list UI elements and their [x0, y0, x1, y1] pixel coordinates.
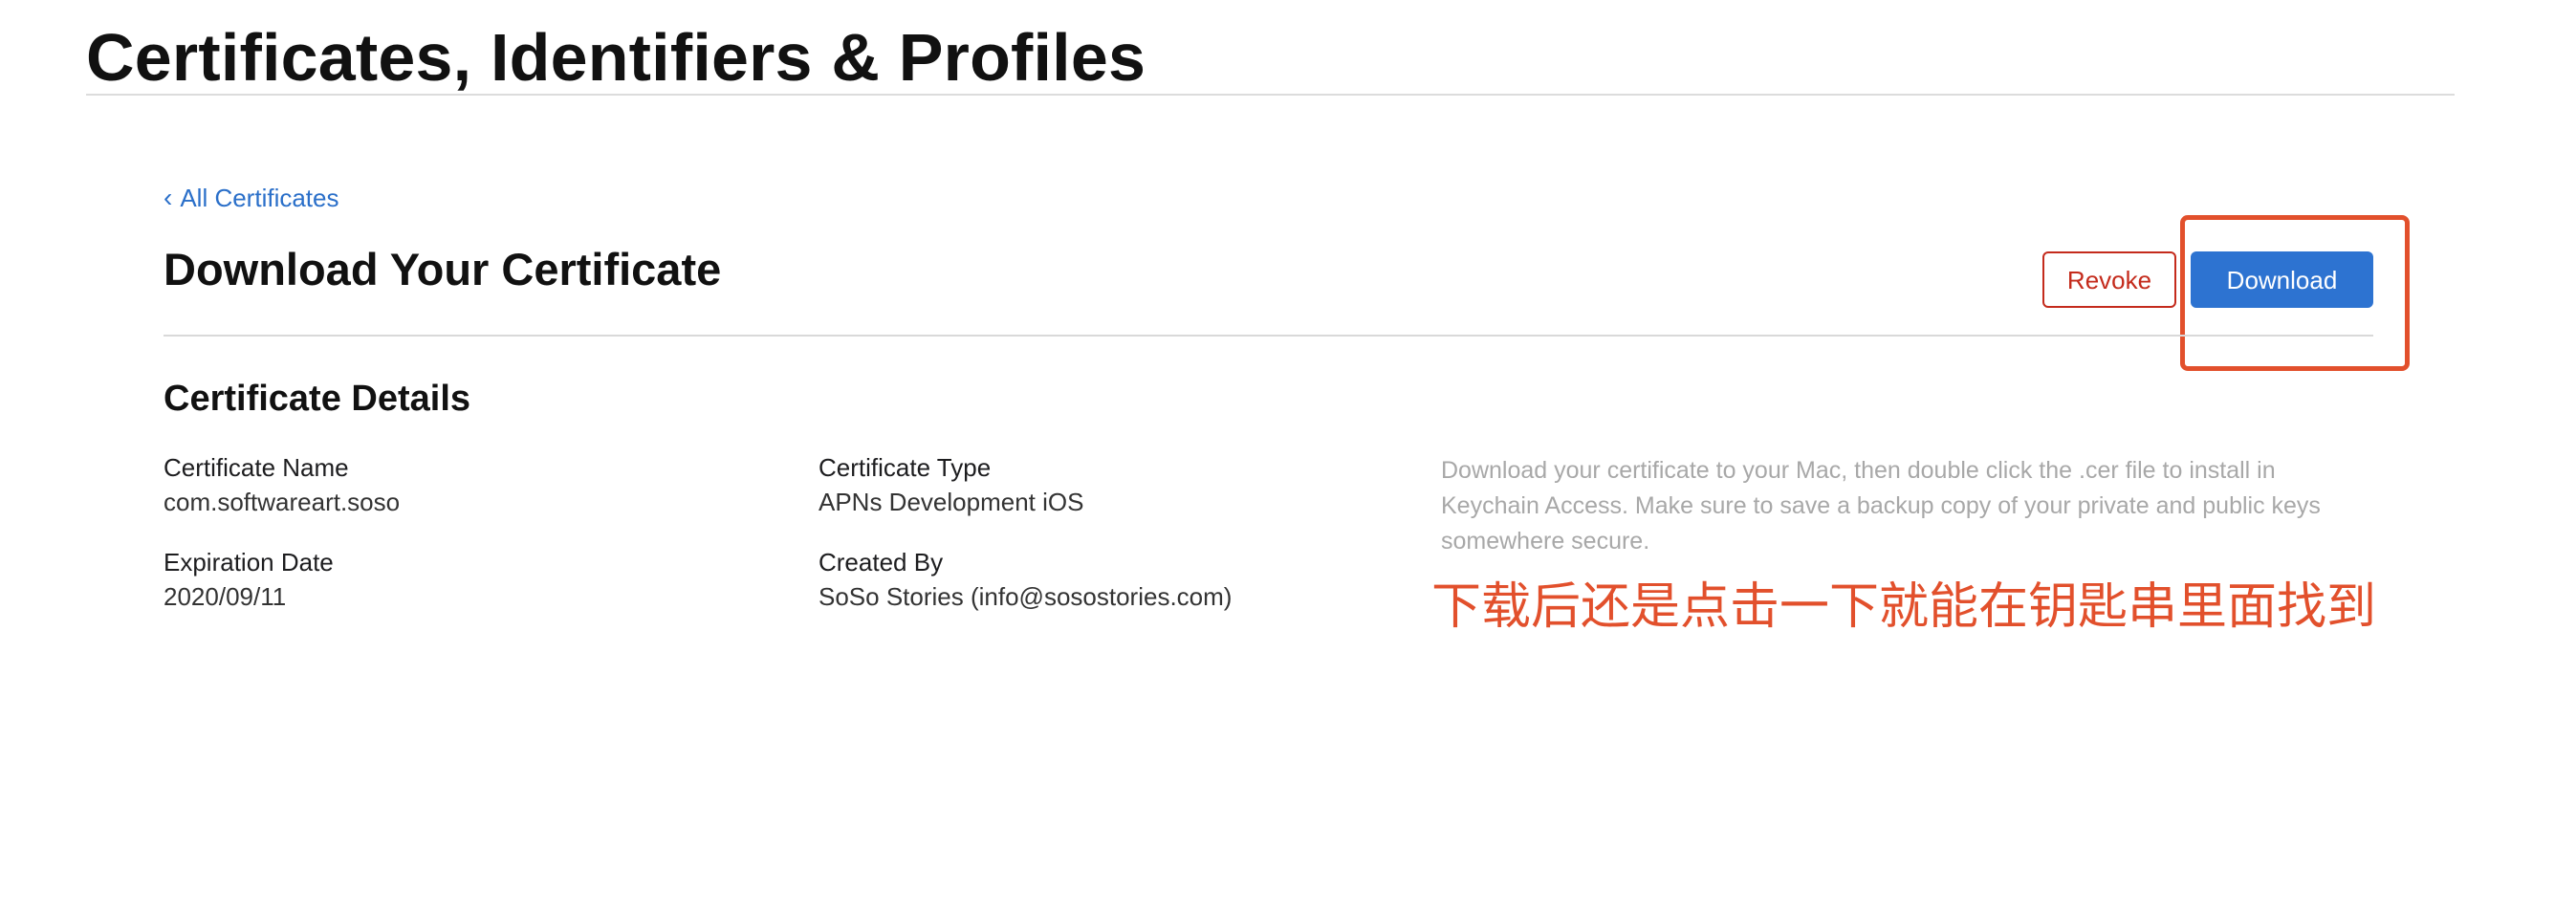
page-title: Certificates, Identifiers & Profiles [86, 20, 1146, 95]
certificate-page-title: Download Your Certificate [164, 244, 722, 294]
title-divider [86, 94, 2455, 96]
created-by-value: SoSo Stories (info@sosostories.com) [819, 582, 1233, 611]
certificate-type-field: Certificate Type APNs Development iOS [819, 451, 1083, 518]
annotation-highlight-box [2180, 215, 2410, 371]
annotation-note: 下载后还是点击一下就能在钥匙串里面找到 [1431, 578, 2377, 636]
certificate-name-label: Certificate Name [164, 453, 349, 482]
created-by-field: Created By SoSo Stories (info@sosostorie… [819, 546, 1232, 613]
created-by-label: Created By [819, 548, 944, 577]
certificate-details-title: Certificate Details [164, 379, 471, 419]
certificate-name-field: Certificate Name com.softwareart.soso [164, 451, 400, 518]
section-divider [164, 335, 2373, 337]
certificate-name-value: com.softwareart.soso [164, 488, 401, 516]
certificate-type-label: Certificate Type [819, 453, 992, 482]
expiration-date-value: 2020/09/11 [164, 582, 287, 611]
back-link-all-certificates[interactable]: ‹ All Certificates [164, 182, 338, 214]
revoke-button[interactable]: Revoke [2042, 251, 2176, 308]
expiration-date-field: Expiration Date 2020/09/11 [164, 546, 334, 613]
expiration-date-label: Expiration Date [164, 548, 334, 577]
certificate-type-value: APNs Development iOS [819, 488, 1084, 516]
download-help-text: Download your certificate to your Mac, t… [1441, 457, 2321, 555]
chevron-left-icon: ‹ [164, 183, 173, 212]
back-link-label: All Certificates [180, 184, 339, 212]
